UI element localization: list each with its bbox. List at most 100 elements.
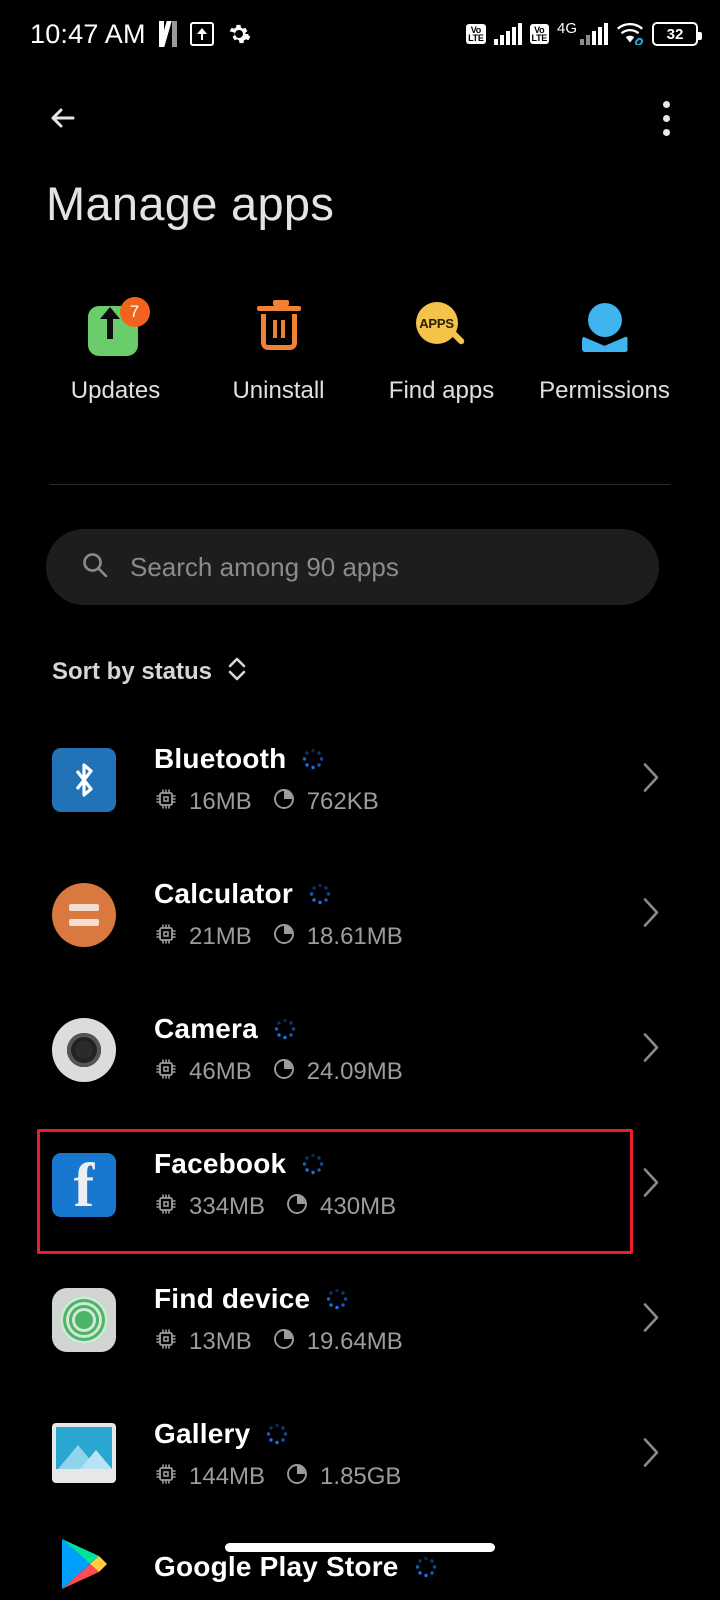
loading-spinner-icon [309, 883, 331, 905]
ram-usage: 144MB [154, 1462, 265, 1491]
quick-action-permissions[interactable]: Permissions [530, 300, 680, 405]
find-device-icon [52, 1287, 116, 1352]
chevron-right-icon [640, 1165, 662, 1204]
updates-badge-count: 7 [119, 297, 150, 327]
ram-value: 334MB [189, 1192, 266, 1220]
storage-usage: 19.64MB [272, 1327, 403, 1356]
storage-value: 1.85GB [320, 1462, 402, 1490]
quick-action-find-apps[interactable]: APPS Find apps [367, 300, 517, 405]
app-info: Calculator 21MB 18.61MB [154, 878, 720, 951]
pie-chart-icon [272, 922, 296, 951]
storage-value: 19.64MB [306, 1327, 403, 1355]
apps-search-icon: APPS [414, 300, 470, 356]
status-clock: 10:47 AM [30, 18, 146, 49]
chip-icon [154, 922, 178, 951]
storage-value: 24.09MB [306, 1057, 403, 1085]
ram-value: 144MB [189, 1462, 266, 1490]
app-name: Gallery [154, 1418, 251, 1449]
table-row[interactable]: Camera 46MB 24.09MB [0, 982, 720, 1117]
signal-bars-sim1 [493, 23, 522, 45]
more-options-icon[interactable] [646, 95, 686, 141]
battery-percent: 32 [666, 25, 684, 43]
table-row[interactable]: Google Play Store [0, 1522, 720, 1600]
status-bar: 10:47 AM Vo LTE Vo LTE 4G 32 [0, 0, 720, 68]
app-info: Bluetooth 16MB 762KB [154, 743, 720, 816]
loading-spinner-icon [302, 1153, 324, 1175]
quick-action-label: Permissions [539, 377, 670, 404]
pie-chart-icon [272, 1057, 296, 1086]
quick-action-updates[interactable]: 7 Updates [41, 297, 191, 405]
sort-by-label: Sort by status [52, 657, 213, 685]
storage-usage: 24.09MB [272, 1057, 403, 1086]
chip-icon [154, 1462, 178, 1491]
table-row[interactable]: Gallery 144MB 1.85GB [0, 1387, 720, 1522]
chip-icon [154, 787, 178, 816]
status-bar-right: Vo LTE Vo LTE 4G 32 [466, 20, 702, 46]
quick-action-label: Updates [70, 377, 161, 404]
network-type-group: 4G [556, 20, 608, 45]
ram-value: 46MB [189, 1057, 252, 1085]
ram-usage: 46MB [154, 1057, 252, 1086]
sort-updown-icon [226, 655, 248, 688]
back-arrow-icon[interactable] [40, 95, 86, 141]
bluetooth-icon [52, 747, 116, 812]
trash-icon [251, 300, 307, 356]
quick-action-uninstall[interactable]: Uninstall [204, 300, 354, 405]
app-name: Facebook [154, 1148, 287, 1179]
ram-usage: 334MB [154, 1192, 265, 1221]
section-divider [50, 484, 670, 485]
play-store-icon [52, 1535, 116, 1599]
loading-spinner-icon [302, 748, 324, 770]
gear-icon [227, 22, 251, 46]
app-info: Google Play Store [154, 1551, 720, 1583]
loading-spinner-icon [274, 1018, 296, 1040]
facebook-icon: f [52, 1152, 116, 1217]
signal-bars-sim2 [580, 23, 608, 45]
pie-chart-icon [285, 1192, 309, 1221]
camera-icon [52, 1017, 116, 1082]
quick-action-label: Uninstall [232, 377, 325, 404]
volte-icon-sim2: Vo LTE [529, 24, 549, 44]
network-type-label: 4G [556, 20, 577, 37]
home-gesture-bar[interactable] [225, 1543, 495, 1552]
pie-chart-icon [272, 787, 296, 816]
person-permissions-icon [577, 300, 633, 356]
loading-spinner-icon [326, 1288, 348, 1310]
app-list: Bluetooth 16MB 762KB Calculator 21MB 18.… [0, 712, 720, 1600]
storage-usage: 18.61MB [272, 922, 403, 951]
ram-usage: 16MB [154, 787, 252, 816]
ram-usage: 13MB [154, 1327, 252, 1356]
app-info: Find device 13MB 19.64MB [154, 1283, 720, 1356]
table-row[interactable]: Bluetooth 16MB 762KB [0, 712, 720, 847]
pie-chart-icon [285, 1462, 309, 1491]
chevron-right-icon [640, 1435, 662, 1474]
quick-action-label: Find apps [388, 377, 495, 404]
table-row[interactable]: Find device 13MB 19.64MB [0, 1252, 720, 1387]
status-bar-left: 10:47 AM [30, 19, 251, 50]
table-row[interactable]: Calculator 21MB 18.61MB [0, 847, 720, 982]
calculator-icon [52, 882, 116, 947]
search-input[interactable]: Search among 90 apps [46, 529, 659, 605]
app-info: Camera 46MB 24.09MB [154, 1013, 720, 1086]
app-name: Google Play Store [154, 1551, 399, 1582]
search-icon [80, 550, 110, 585]
storage-value: 430MB [320, 1192, 397, 1220]
storage-value: 762KB [306, 787, 379, 815]
netflix-icon [158, 21, 177, 47]
app-bar [0, 68, 720, 168]
quick-actions: 7 Updates Uninstall APPS Find apps Permi… [0, 297, 720, 405]
chip-icon [154, 1192, 178, 1221]
sort-by-control[interactable]: Sort by status [52, 655, 248, 688]
chip-icon [154, 1327, 178, 1356]
chevron-right-icon [640, 1030, 662, 1069]
ram-value: 21MB [189, 922, 252, 950]
app-info: Gallery 144MB 1.85GB [154, 1418, 720, 1491]
volte-icon-sim1: Vo LTE [466, 24, 486, 44]
loading-spinner-icon [415, 1556, 437, 1578]
battery-icon: 32 [652, 22, 702, 46]
table-row-facebook[interactable]: f Facebook 334MB 430MB [0, 1117, 720, 1252]
app-name: Calculator [154, 878, 293, 909]
app-name: Camera [154, 1013, 258, 1044]
app-info: Facebook 334MB 430MB [154, 1148, 720, 1221]
loading-spinner-icon [266, 1423, 288, 1445]
